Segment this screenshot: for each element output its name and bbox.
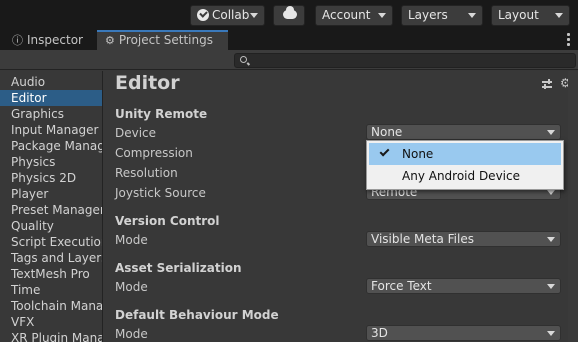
info-icon: ⓘ: [12, 34, 23, 47]
tab-inspector[interactable]: ⓘ Inspector: [0, 30, 96, 50]
sidebar-item-editor[interactable]: Editor: [0, 90, 102, 106]
menu-item-none[interactable]: None: [369, 143, 561, 165]
device-dropdown[interactable]: None: [366, 124, 561, 140]
device-label: Device: [115, 126, 157, 140]
collab-label: Collab: [212, 8, 250, 22]
tab-inspector-label: Inspector: [27, 33, 83, 47]
sidebar-item-vfx[interactable]: VFX: [0, 314, 102, 330]
version-control-mode-dropdown[interactable]: Visible Meta Files: [366, 231, 561, 247]
chevron-down-icon: [547, 190, 555, 195]
gear-icon: ⚙: [105, 34, 115, 47]
page-title: Editor: [115, 72, 180, 94]
preset-sliders-icon[interactable]: [542, 79, 552, 90]
account-dropdown[interactable]: Account: [315, 5, 393, 26]
sidebar-item-graphics[interactable]: Graphics: [0, 106, 102, 122]
default-behaviour-mode-dropdown[interactable]: 3D: [366, 325, 561, 341]
layout-dropdown[interactable]: Layout: [491, 5, 570, 26]
sidebar-item-player[interactable]: Player: [0, 186, 102, 202]
menu-item-none-label: None: [402, 147, 434, 161]
sidebar-item-toolchain-management[interactable]: Toolchain Mana: [0, 298, 102, 314]
asset-serialization-mode-value: Force Text: [371, 279, 432, 293]
collab-button[interactable]: Collab: [190, 5, 265, 26]
sidebar-item-audio[interactable]: Audio: [0, 74, 102, 90]
settings-panel: Editor ⚙ Unity Remote Device None Compre…: [104, 71, 578, 342]
resolution-label: Resolution: [115, 166, 178, 180]
chevron-down-icon: [547, 284, 555, 289]
sidebar-item-xr-plugin-management[interactable]: XR Plugin Manag: [0, 330, 102, 342]
section-default-behaviour-mode: Default Behaviour Mode: [115, 308, 279, 322]
version-control-mode-value: Visible Meta Files: [371, 232, 474, 246]
layers-dropdown[interactable]: Layers: [401, 5, 483, 26]
search-row: [0, 50, 578, 70]
sidebar-item-preset-manager[interactable]: Preset Manager: [0, 202, 102, 218]
sidebar-item-input-manager[interactable]: Input Manager: [0, 122, 102, 138]
menu-item-any-android-device[interactable]: Any Android Device: [369, 165, 561, 187]
tab-project-settings[interactable]: ⚙ Project Settings: [97, 30, 228, 50]
joystick-source-label: Joystick Source: [115, 186, 206, 200]
sidebar-item-tags-and-layers[interactable]: Tags and Layers: [0, 250, 102, 266]
asset-serialization-mode-label: Mode: [115, 280, 148, 294]
sidebar-item-physics[interactable]: Physics: [0, 154, 102, 170]
chevron-down-icon: [547, 237, 555, 242]
check-icon: [379, 146, 390, 157]
more-options-icon[interactable]: [567, 33, 570, 48]
section-asset-serialization: Asset Serialization: [115, 261, 242, 275]
chevron-down-icon: [547, 130, 555, 135]
settings-sidebar: Audio Editor Graphics Input Manager Pack…: [0, 71, 103, 342]
layers-label: Layers: [408, 8, 448, 22]
default-behaviour-mode-label: Mode: [115, 327, 148, 341]
chevron-down-icon: [555, 13, 563, 18]
sidebar-item-script-execution[interactable]: Script Execution: [0, 234, 102, 250]
tab-bar: ⓘ Inspector ⚙ Project Settings: [0, 30, 578, 50]
top-toolbar: Collab Account Layers Layout: [0, 0, 578, 30]
section-unity-remote: Unity Remote: [115, 107, 208, 121]
menu-item-any-android-device-label: Any Android Device: [402, 169, 520, 183]
version-control-mode-label: Mode: [115, 233, 148, 247]
project-settings-window: Audio Editor Graphics Input Manager Pack…: [0, 50, 578, 342]
sidebar-item-time[interactable]: Time: [0, 282, 102, 298]
compression-label: Compression: [115, 146, 193, 160]
cloud-icon: [283, 6, 297, 19]
search-input[interactable]: [234, 53, 576, 68]
section-version-control: Version Control: [115, 214, 220, 228]
vertical-scrollbar[interactable]: [568, 71, 578, 342]
cloud-button[interactable]: [273, 5, 305, 26]
device-dropdown-menu: None Any Android Device: [366, 140, 564, 190]
sidebar-item-quality[interactable]: Quality: [0, 218, 102, 234]
chevron-down-icon: [250, 13, 258, 18]
chevron-down-icon: [547, 331, 555, 336]
asset-serialization-mode-dropdown[interactable]: Force Text: [366, 278, 561, 294]
chevron-down-icon: [468, 13, 476, 18]
sidebar-item-package-manager[interactable]: Package Manag: [0, 138, 102, 154]
chevron-down-icon: [378, 13, 386, 18]
sidebar-item-textmesh-pro[interactable]: TextMesh Pro: [0, 266, 102, 282]
search-icon: [240, 56, 247, 63]
default-behaviour-mode-value: 3D: [371, 326, 388, 340]
tab-project-settings-label: Project Settings: [118, 33, 213, 47]
sidebar-item-physics-2d[interactable]: Physics 2D: [0, 170, 102, 186]
layout-label: Layout: [498, 8, 539, 22]
collab-check-icon: [197, 9, 209, 21]
device-value: None: [371, 125, 403, 139]
account-label: Account: [322, 8, 371, 22]
